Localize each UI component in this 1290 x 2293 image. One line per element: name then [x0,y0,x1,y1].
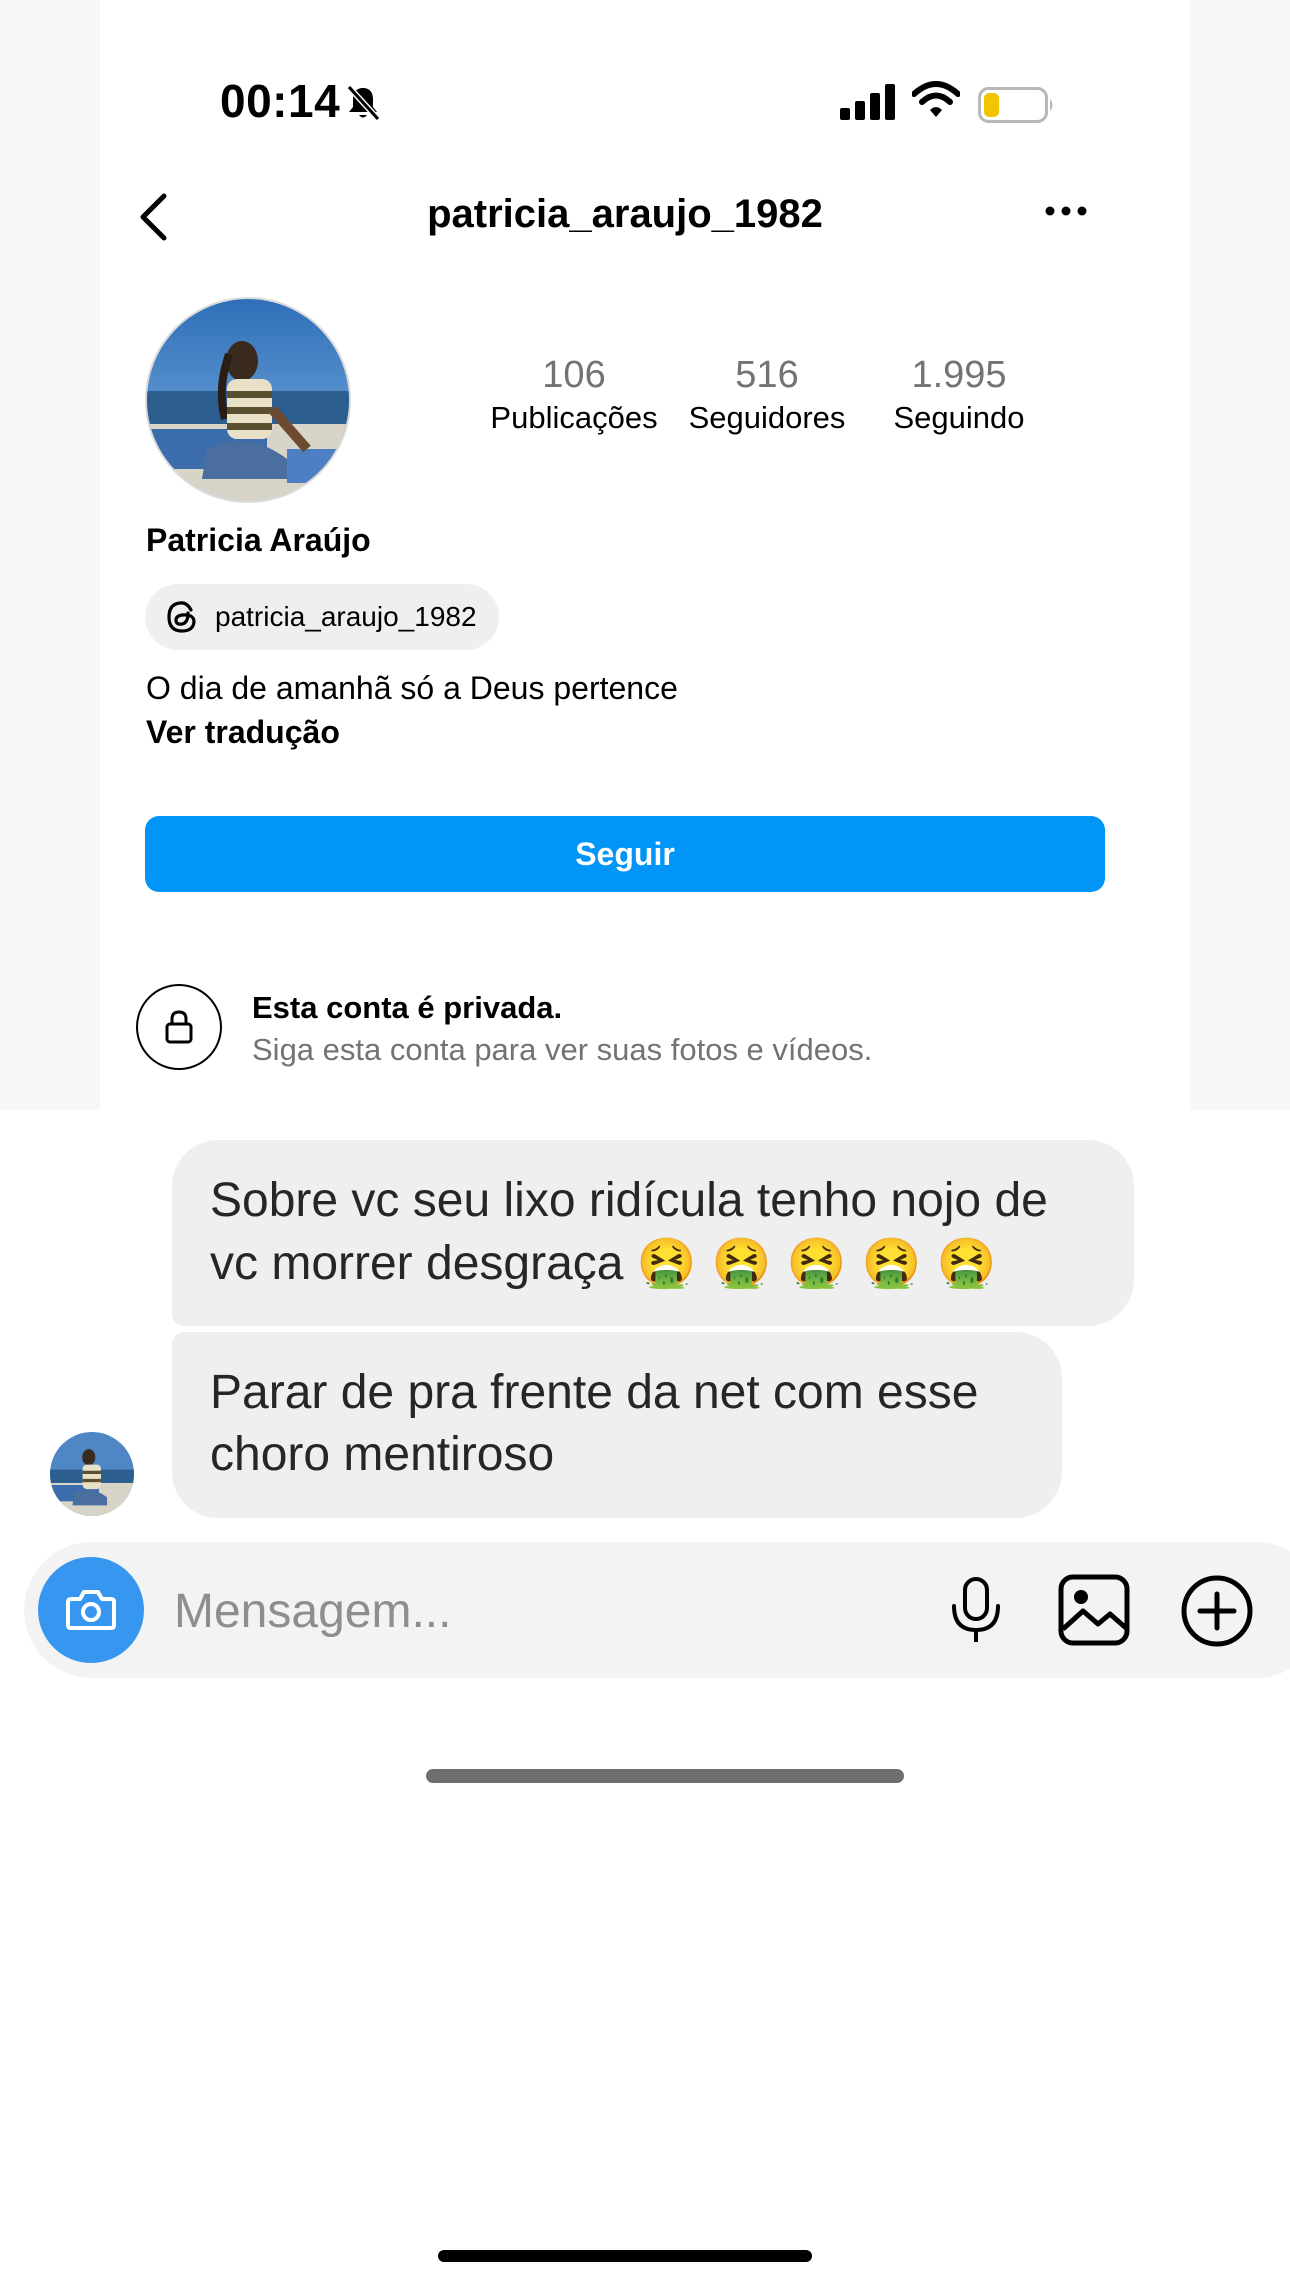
lock-icon [165,1010,193,1044]
stat-posts-count: 106 [542,354,606,396]
microphone-button[interactable] [948,1576,1004,1651]
stat-followers-label: Seguidores [688,400,846,435]
see-translation-link[interactable]: Ver tradução [146,714,340,751]
plus-circle-icon [1181,1575,1253,1647]
message-emoji: 🤮 🤮 🤮 🤮 🤮 [636,1235,997,1291]
stat-posts[interactable]: 106 Publicações [479,352,669,438]
camera-button[interactable] [38,1557,144,1663]
stat-following[interactable]: 1.995 Seguindo [864,352,1054,438]
message-input[interactable] [172,1575,896,1647]
more-horizontal-icon [1045,206,1087,216]
stat-followers-count: 516 [735,354,799,396]
profile-bio: O dia de amanhã só a Deus pertence [146,670,678,706]
stat-following-count: 1.995 [911,354,1007,396]
private-account-subtitle: Siga esta conta para ver suas fotos e ví… [252,1032,873,1067]
wifi-icon [911,80,961,125]
back-button[interactable] [138,192,168,247]
profile-avatar[interactable] [145,297,351,503]
sender-avatar[interactable] [50,1432,134,1516]
threads-badge[interactable]: patricia_araujo_1982 [145,584,499,650]
add-content-button[interactable] [1180,1574,1254,1653]
threads-handle: patricia_araujo_1982 [215,601,477,632]
gallery-button[interactable] [1058,1574,1130,1651]
more-options-button[interactable] [1045,204,1087,222]
stat-followers[interactable]: 516 Seguidores [672,352,862,438]
image-icon [1058,1574,1130,1646]
threads-icon [167,601,196,633]
camera-icon [66,1590,116,1630]
cellular-signal-icon [840,84,896,125]
stat-posts-label: Publicações [490,400,658,435]
bell-slash-icon [345,84,381,127]
microphone-icon [952,1577,1000,1642]
home-indicator [438,2250,812,2262]
private-account-title: Esta conta é privada. [252,990,563,1025]
home-indicator-inner [426,1769,904,1783]
message-text: Parar de pra frente da net com esse chor… [210,1366,979,1481]
status-time: 00:14 [220,75,341,127]
message-bubble[interactable]: Sobre vc seu lixo ridícula tenho nojo de… [172,1140,1134,1326]
stat-following-label: Seguindo [893,400,1025,435]
follow-button[interactable]: Seguir [145,816,1105,892]
chevron-left-icon [140,193,167,241]
profile-display-name: Patricia Araújo [146,522,371,558]
private-lock-badge [136,984,222,1070]
profile-username-title: patricia_araujo_1982 [427,192,823,236]
battery-icon [978,87,1056,128]
message-bubble[interactable]: Parar de pra frente da net com esse chor… [172,1332,1062,1518]
